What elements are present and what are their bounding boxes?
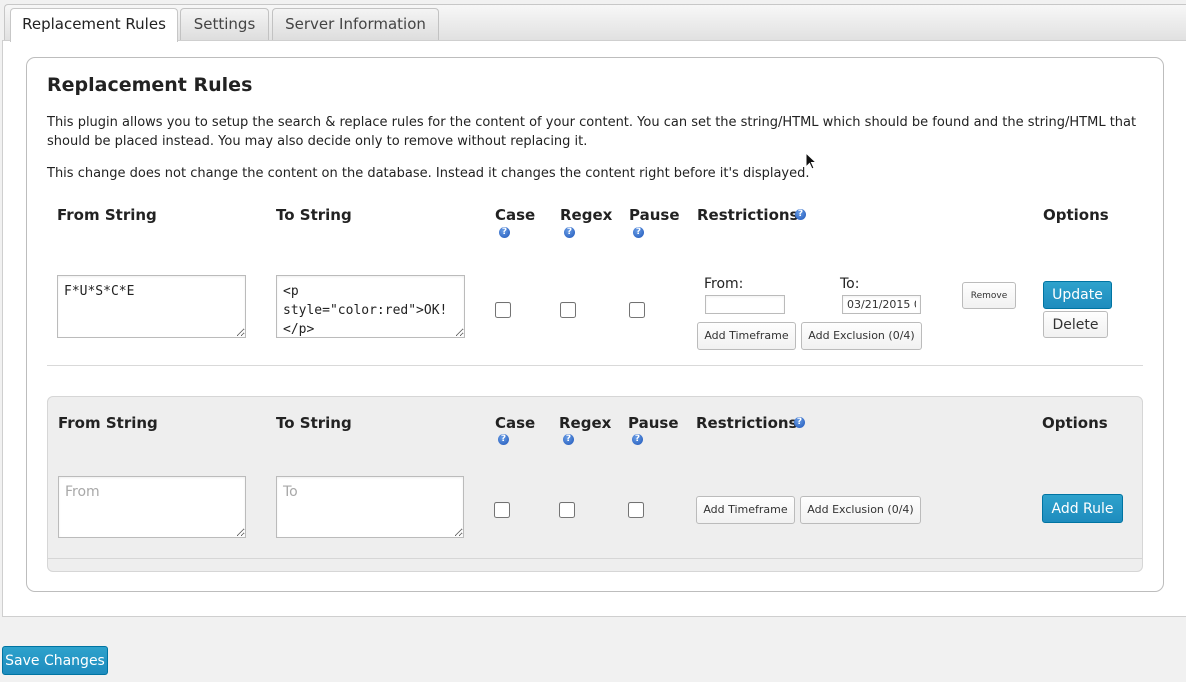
restrictions-help-icon[interactable]: ?: [795, 209, 806, 220]
new-header-regex: Regex: [559, 414, 612, 432]
timeframe-to-label: To:: [840, 276, 860, 292]
tab-replacement-rules[interactable]: Replacement Rules: [10, 8, 178, 42]
to-string-textarea[interactable]: [276, 275, 465, 338]
header-options: Options: [1043, 206, 1109, 224]
new-from-textarea[interactable]: [58, 476, 246, 538]
new-regex-checkbox[interactable]: [559, 502, 575, 518]
new-to-textarea[interactable]: [276, 476, 464, 538]
timeframe-from-input[interactable]: [705, 295, 785, 314]
case-help-icon[interactable]: ?: [499, 227, 510, 238]
tab-settings[interactable]: Settings: [180, 8, 269, 42]
rule-divider: [47, 365, 1143, 366]
add-timeframe-button[interactable]: Add Timeframe: [697, 322, 796, 350]
pause-help-icon[interactable]: ?: [633, 227, 644, 238]
description-note: This change does not change the content …: [47, 166, 810, 181]
delete-button[interactable]: Delete: [1043, 311, 1108, 338]
new-pause-checkbox[interactable]: [628, 502, 644, 518]
timeframe-from-label: From:: [704, 276, 744, 292]
new-header-case: Case: [495, 414, 536, 432]
regex-help-icon[interactable]: ?: [564, 227, 575, 238]
new-header-restrictions: Restrictions: [696, 414, 798, 432]
regex-checkbox[interactable]: [560, 302, 576, 318]
new-header-from-string: From String: [58, 414, 158, 432]
add-rule-button[interactable]: Add Rule: [1042, 494, 1123, 523]
new-header-pause: Pause: [628, 414, 679, 432]
update-button[interactable]: Update: [1043, 281, 1112, 309]
timeframe-to-input[interactable]: [842, 295, 921, 314]
new-rule-footer-line: [48, 558, 1142, 559]
new-pause-help-icon[interactable]: ?: [632, 434, 643, 445]
header-from-string: From String: [57, 206, 157, 224]
new-case-checkbox[interactable]: [494, 502, 510, 518]
header-restrictions: Restrictions: [697, 206, 799, 224]
section-title: Replacement Rules: [47, 74, 253, 96]
add-exclusion-button[interactable]: Add Exclusion (0/4): [801, 322, 922, 350]
new-regex-help-icon[interactable]: ?: [563, 434, 574, 445]
new-add-timeframe-button[interactable]: Add Timeframe: [696, 496, 795, 524]
header-case: Case: [495, 206, 536, 224]
new-header-options: Options: [1042, 414, 1108, 432]
header-regex: Regex: [560, 206, 613, 224]
description-paragraph: This plugin allows you to setup the sear…: [47, 115, 1137, 149]
tab-server-information[interactable]: Server Information: [272, 8, 439, 42]
header-pause: Pause: [629, 206, 680, 224]
mouse-cursor-icon: [805, 152, 818, 170]
from-string-textarea[interactable]: [57, 275, 246, 338]
new-header-to-string: To String: [276, 414, 352, 432]
header-to-string: To String: [276, 206, 352, 224]
remove-timeframe-button[interactable]: Remove: [962, 282, 1016, 309]
case-checkbox[interactable]: [495, 302, 511, 318]
save-changes-button[interactable]: Save Changes: [2, 646, 108, 675]
new-restrictions-help-icon[interactable]: ?: [794, 417, 805, 428]
pause-checkbox[interactable]: [629, 302, 645, 318]
new-case-help-icon[interactable]: ?: [498, 434, 509, 445]
new-add-exclusion-button[interactable]: Add Exclusion (0/4): [800, 496, 921, 524]
